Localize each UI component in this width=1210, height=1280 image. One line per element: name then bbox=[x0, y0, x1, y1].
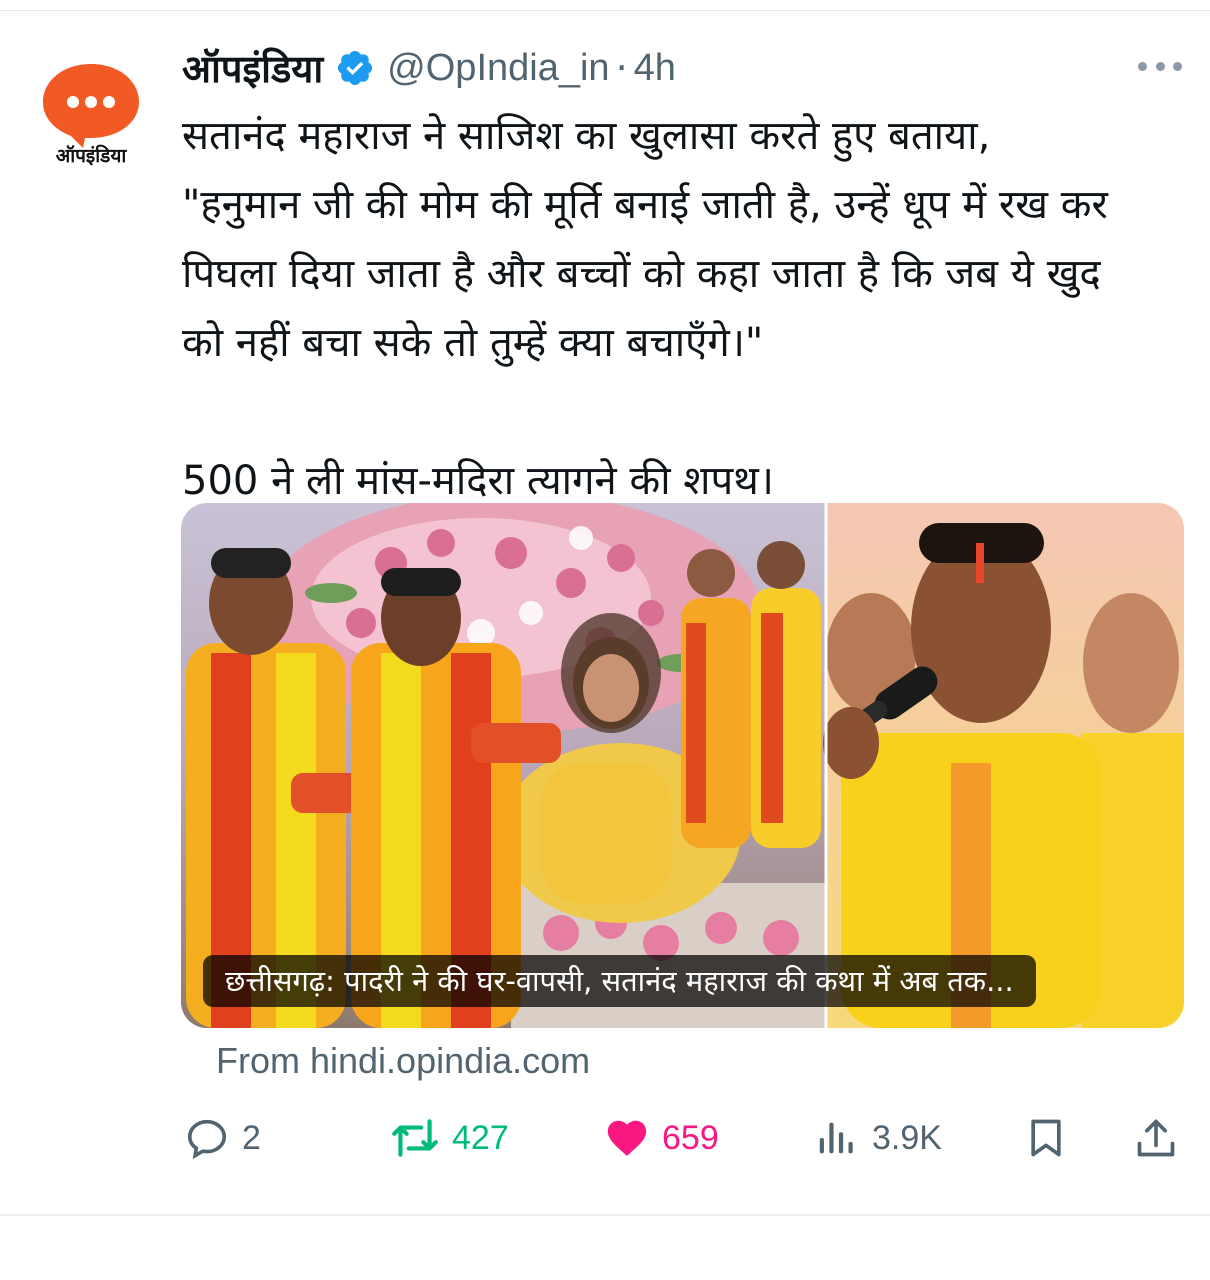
header-separator: · bbox=[615, 46, 628, 90]
display-name[interactable]: ऑपइंडिया bbox=[182, 42, 323, 94]
like-icon bbox=[607, 1120, 647, 1156]
account-handle[interactable]: @OpIndia_in bbox=[387, 47, 609, 90]
views-icon bbox=[819, 1122, 853, 1154]
account-avatar[interactable]: ऑपइंडिया bbox=[25, 48, 157, 180]
link-preview-card[interactable]: छत्तीसगढ़: पादरी ने की घर-वापसी, सतानंद … bbox=[181, 503, 1184, 1028]
avatar-label: ऑपइंडिया bbox=[55, 145, 127, 167]
like-count: 659 bbox=[662, 1118, 719, 1157]
link-preview-image bbox=[181, 503, 1184, 1028]
tweet-timestamp[interactable]: 4h bbox=[634, 47, 676, 90]
reply-button[interactable]: 2 bbox=[184, 1108, 261, 1168]
bookmark-button[interactable] bbox=[1024, 1108, 1068, 1168]
tweet-text: सतानंद महाराज ने साजिश का खुलासा करते हु… bbox=[182, 102, 1182, 516]
views-button[interactable]: 3.9K bbox=[814, 1108, 942, 1168]
tweet-text-line: "हनुमान जी की मोम की मूर्ति बनाई जाती है… bbox=[182, 182, 1108, 228]
share-icon bbox=[1137, 1119, 1175, 1157]
like-button[interactable]: 659 bbox=[604, 1108, 719, 1168]
views-count: 3.9K bbox=[872, 1118, 942, 1157]
top-divider bbox=[0, 10, 1210, 11]
tweet-text-line: सतानंद महाराज ने साजिश का खुलासा करते हु… bbox=[182, 113, 991, 159]
share-button[interactable] bbox=[1134, 1108, 1178, 1168]
retweet-count: 427 bbox=[452, 1118, 509, 1157]
tweet-action-bar: 2 427 659 3.9K bbox=[0, 1108, 1210, 1168]
tweet-divider bbox=[0, 1214, 1210, 1216]
tweet-header: ऑपइंडिया @OpIndia_in · 4h bbox=[182, 40, 1182, 96]
verified-badge-icon bbox=[335, 48, 375, 88]
tweet-text-line: को नहीं बचा सके तो तुम्हें क्या बचाएँगे।… bbox=[182, 320, 764, 366]
reply-icon bbox=[187, 1119, 227, 1160]
retweet-button[interactable]: 427 bbox=[390, 1108, 509, 1168]
bookmark-icon bbox=[1031, 1119, 1061, 1157]
tweet-text-line: पिघला दिया जाता है और बच्चों को कहा जाता… bbox=[182, 251, 1101, 297]
more-options-icon[interactable] bbox=[1138, 52, 1182, 80]
reply-count: 2 bbox=[242, 1118, 261, 1157]
link-card-caption: छत्तीसगढ़: पादरी ने की घर-वापसी, सतानंद … bbox=[203, 955, 1036, 1007]
link-source[interactable]: From hindi.opindia.com bbox=[216, 1040, 590, 1082]
retweet-icon bbox=[392, 1119, 438, 1157]
